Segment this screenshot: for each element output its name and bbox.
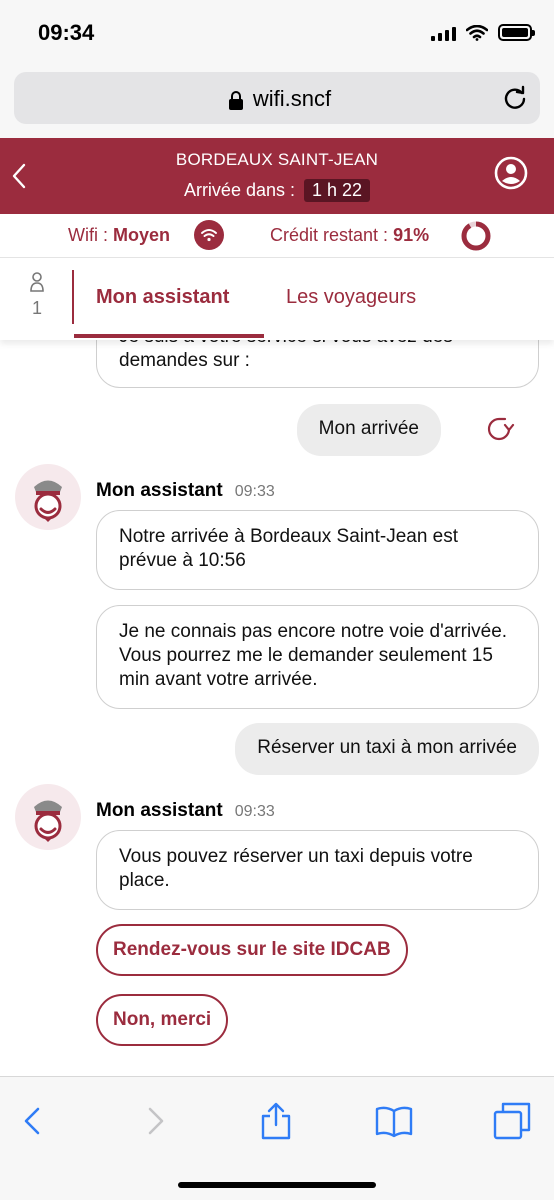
travellers-count[interactable]: 1 (22, 272, 52, 319)
sender-name: Mon assistant (96, 800, 223, 821)
status-bar: 09:34 (0, 0, 554, 66)
status-time: 09:34 (38, 20, 95, 45)
sender-name: Mon assistant (96, 480, 223, 501)
user-message: Réserver un taxi à mon arrivée (235, 723, 539, 775)
wifi-quality: Moyen (113, 225, 171, 245)
address-bar[interactable]: wifi.sncf (14, 72, 540, 124)
idcab-link-button[interactable]: Rendez-vous sur le site IDCAB (96, 924, 408, 976)
travellers-count-value: 1 (31, 298, 42, 318)
reload-icon[interactable] (502, 85, 528, 111)
credit-value: 91% (393, 225, 430, 245)
home-indicator[interactable] (178, 1182, 376, 1188)
tab-divider (72, 270, 74, 324)
tab-mon-assistant[interactable]: Mon assistant (96, 286, 229, 309)
credit-remaining: Crédit restant : 91% (270, 225, 429, 246)
message-time: 09:33 (234, 483, 275, 500)
browser-toolbar (0, 1076, 554, 1200)
share-icon[interactable] (256, 1101, 296, 1141)
assistant-avatar-icon (15, 784, 81, 850)
user-profile-icon[interactable] (494, 156, 528, 190)
credit-ring-icon (461, 221, 491, 251)
browser-chrome: wifi.sncf (0, 66, 554, 138)
active-tab-indicator (74, 334, 264, 338)
chat-thread[interactable]: Je suis à votre service si vous avez des… (0, 340, 554, 1076)
tabs-icon[interactable] (492, 1101, 532, 1141)
message-sender: Mon assistant 09:33 (96, 800, 275, 822)
destination-station: BORDEAUX SAINT-JEAN (175, 150, 379, 169)
assistant-avatar-icon (15, 464, 81, 530)
assistant-message: Vous pouvez réserver un taxi depuis votr… (96, 830, 539, 910)
wifi-label: Wifi : (68, 225, 108, 245)
bookmarks-icon[interactable] (374, 1101, 414, 1141)
wifi-status-icon (466, 24, 488, 41)
tab-les-voyageurs[interactable]: Les voyageurs (286, 286, 416, 309)
wifi-icon (194, 220, 224, 250)
assistant-message: Notre arrivée à Bordeaux Saint-Jean est … (96, 510, 539, 590)
signal-icon (431, 25, 456, 41)
credit-label: Crédit restant : (270, 225, 389, 245)
back-nav-icon[interactable] (12, 1101, 52, 1141)
wifi-status: Wifi : Moyen (68, 225, 170, 246)
arrival-countdown: 1 h 22 (304, 179, 371, 202)
url-text: wifi.sncf (252, 86, 332, 111)
forward-icon[interactable] (136, 1101, 176, 1141)
status-icons (431, 24, 535, 41)
arrival-label: Arrivée dans : (183, 180, 295, 200)
message-time: 09:33 (234, 803, 275, 820)
message-sender: Mon assistant 09:33 (96, 480, 275, 502)
battery-icon (498, 24, 535, 41)
arrival-row: Arrivée dans : 1 h 22 (0, 179, 554, 202)
person-icon (30, 272, 44, 292)
tab-bar: 1 Mon assistant Les voyageurs (0, 258, 554, 340)
user-message: Mon arrivée (296, 404, 441, 456)
assistant-message: Je suis à votre service si vous avez des… (96, 340, 539, 388)
assistant-message: Je ne connais pas encore notre voie d'ar… (96, 605, 539, 709)
replay-icon[interactable] (482, 412, 516, 446)
connection-info: Wifi : Moyen Crédit restant : 91% (0, 214, 554, 258)
train-header: BORDEAUX SAINT-JEAN Arrivée dans : 1 h 2… (0, 138, 554, 214)
no-thanks-button[interactable]: Non, merci (96, 994, 229, 1046)
